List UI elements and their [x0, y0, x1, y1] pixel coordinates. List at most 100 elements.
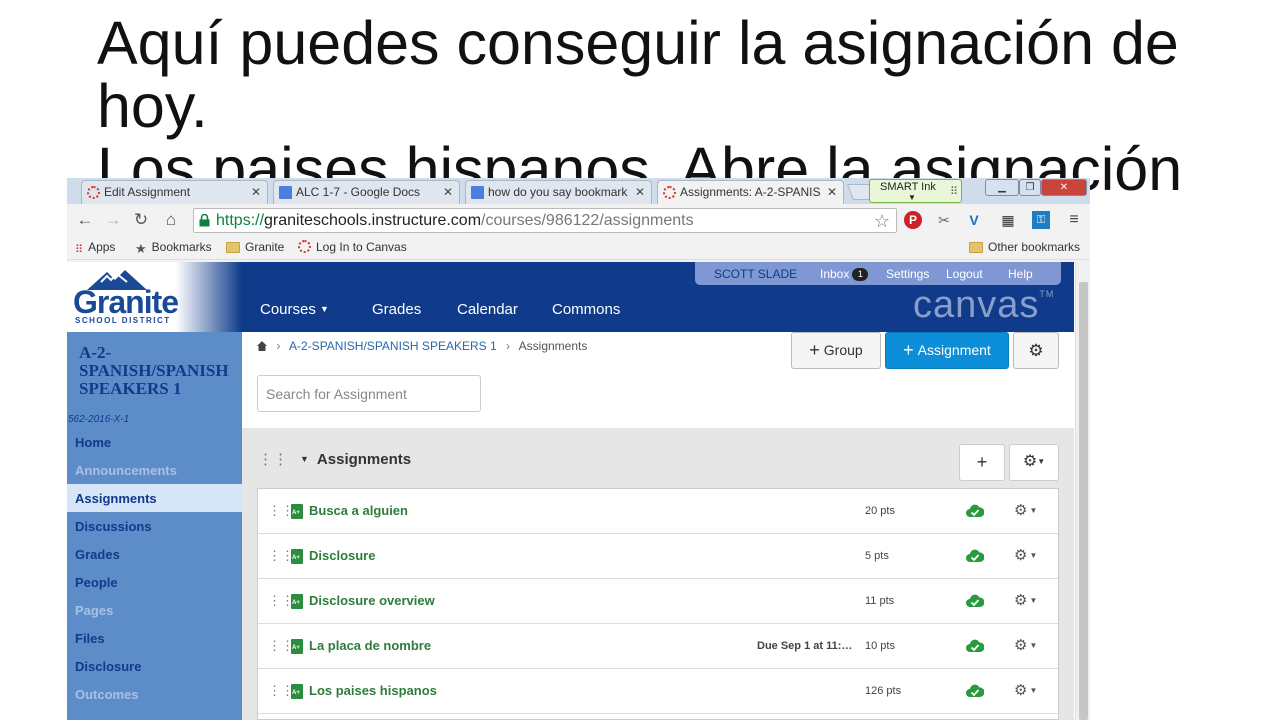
published-cloud-icon[interactable] [966, 503, 984, 519]
logout-link[interactable]: Logout [946, 267, 983, 281]
caret-down-icon[interactable]: ▼ [300, 454, 309, 464]
gear-icon: ⚙ [1014, 682, 1028, 699]
assignment-row[interactable]: ⋮⋮Disclosure overview11 pts⚙▼ [258, 579, 1058, 624]
menu-icon[interactable]: ≡ [1065, 211, 1083, 229]
course-code: 562-2016-X-1 [68, 414, 130, 425]
caret-down-icon: ▼ [1037, 457, 1046, 466]
forward-button[interactable]: → [103, 210, 123, 230]
row-settings-button[interactable]: ⚙ ▼ [1014, 546, 1037, 564]
assignment-group-header[interactable]: ⋮⋮ ▼ Assignments [258, 450, 411, 468]
browser-toolbar: ← → ↻ ⌂ https://graniteschools.instructu… [67, 204, 1090, 236]
sidebar-item-home[interactable]: Home [67, 428, 242, 456]
assignment-name-link[interactable]: Disclosure [309, 548, 375, 563]
home-button[interactable]: ⌂ [161, 210, 181, 230]
pinterest-icon[interactable]: P [904, 211, 922, 229]
breadcrumb: › A-2-SPANISH/SPANISH SPEAKERS 1 › Assig… [257, 339, 587, 353]
v-extension-icon[interactable]: V [965, 211, 983, 229]
published-cloud-icon[interactable] [966, 593, 984, 609]
sidebar-item-announcements[interactable]: Announcements [67, 456, 242, 484]
user-name-link[interactable]: SCOTT SLADE [714, 267, 797, 281]
page-scrollbar[interactable] [1075, 262, 1090, 720]
assignment-row[interactable]: ⋮⋮Disclosure5 pts⚙▼ [258, 534, 1058, 579]
canvas-icon [87, 186, 100, 199]
tab-google-docs[interactable]: ALC 1-7 - Google Docs ✕ [273, 180, 460, 204]
row-settings-button[interactable]: ⚙ ▼ [1014, 591, 1037, 609]
assignment-row[interactable]: ⋮⋮Busca a alguien20 pts⚙▼ [258, 489, 1058, 534]
published-cloud-icon[interactable] [966, 548, 984, 564]
settings-gear-button[interactable]: ⚙ [1013, 332, 1059, 369]
assignment-name-link[interactable]: Busca a alguien [309, 503, 408, 518]
assignment-name-link[interactable]: La placa de nombre [309, 638, 431, 653]
row-settings-button[interactable]: ⚙ ▼ [1014, 636, 1037, 654]
sidebar-item-pages[interactable]: Pages [67, 596, 242, 624]
tab-assignments[interactable]: Assignments: A-2-SPANIS ✕ [657, 180, 844, 204]
drag-handle-icon[interactable]: ⋮⋮ [258, 451, 288, 468]
global-header: Granite SCHOOL DISTRICT SCOTT SLADE Inbo… [67, 262, 1074, 332]
sidebar-item-disclosure[interactable]: Disclosure [67, 652, 242, 680]
maximize-button[interactable]: ❐ [1019, 179, 1041, 196]
scissors-icon[interactable]: ✂ [935, 211, 953, 229]
row-settings-button[interactable]: ⚙ ▼ [1014, 501, 1037, 519]
smart-ink-toolbar[interactable]: SMART Ink ▼ ⠿ [869, 179, 962, 203]
search-assignment-input[interactable] [257, 375, 481, 412]
district-logo[interactable]: Granite SCHOOL DISTRICT [67, 262, 242, 332]
browser-window: Edit Assignment ✕ ALC 1-7 - Google Docs … [67, 178, 1090, 720]
chevron-down-icon: ▼ [908, 193, 916, 202]
sidebar-item-files[interactable]: Files [67, 624, 242, 652]
nav-commons[interactable]: Commons [552, 301, 620, 318]
assignment-row[interactable]: ⋮⋮Los paises hispanos126 pts⚙▼ [258, 669, 1058, 714]
published-cloud-icon[interactable] [966, 638, 984, 654]
close-icon[interactable]: ✕ [635, 181, 645, 203]
breadcrumb-course-link[interactable]: A-2-SPANISH/SPANISH SPEAKERS 1 [289, 339, 497, 353]
slide-title-line: hoy. [97, 72, 208, 140]
settings-link[interactable]: Settings [886, 267, 929, 281]
folder-icon [969, 242, 983, 253]
published-cloud-icon[interactable] [966, 683, 984, 699]
minimize-button[interactable]: ▁ [985, 179, 1019, 196]
plus-icon: + [809, 340, 820, 360]
chevron-down-icon: ▼ [320, 304, 329, 314]
tab-google-search[interactable]: how do you say bookmark ✕ [465, 180, 652, 204]
bookmark-bookmarks[interactable]: ★ Bookmarks [135, 240, 212, 257]
assignment-name-link[interactable]: Disclosure overview [309, 593, 435, 608]
bookmark-login-canvas[interactable]: Log In to Canvas [298, 240, 407, 254]
sidebar-item-discussions[interactable]: Discussions [67, 512, 242, 540]
sidebar-item-outcomes[interactable]: Outcomes [67, 680, 242, 708]
add-to-group-button[interactable]: + [959, 444, 1005, 481]
bookmark-granite[interactable]: Granite [226, 240, 284, 254]
nav-grades[interactable]: Grades [372, 301, 421, 318]
home-icon[interactable] [257, 341, 267, 351]
course-name[interactable]: A-2- SPANISH/SPANISH SPEAKERS 1 [79, 344, 244, 398]
reload-button[interactable]: ↻ [131, 210, 151, 230]
key-icon[interactable]: ⚿ [1032, 211, 1050, 229]
assignment-icon [291, 504, 303, 519]
group-settings-button[interactable]: ⚙▼ [1009, 444, 1059, 481]
scrollbar-thumb[interactable] [1079, 282, 1088, 720]
star-icon[interactable]: ☆ [874, 210, 890, 232]
film-icon[interactable]: ▦ [999, 211, 1017, 229]
bookmark-apps[interactable]: ⠿ Apps [75, 240, 115, 256]
close-icon[interactable]: ✕ [827, 181, 837, 203]
sidebar-item-grades[interactable]: Grades [67, 540, 242, 568]
back-button[interactable]: ← [75, 210, 95, 230]
window-close-button[interactable]: ✕ [1041, 179, 1087, 196]
close-icon[interactable]: ✕ [443, 181, 453, 203]
sidebar-item-assignments[interactable]: Assignments [67, 484, 242, 512]
bookmark-other[interactable]: Other bookmarks [969, 240, 1080, 254]
nav-calendar[interactable]: Calendar [457, 301, 518, 318]
tab-edit-assignment[interactable]: Edit Assignment ✕ [81, 180, 268, 204]
inbox-link[interactable]: Inbox 1 [820, 267, 869, 281]
assignment-icon [291, 549, 303, 564]
assignment-name-link[interactable]: Los paises hispanos [309, 683, 437, 698]
add-assignment-button[interactable]: + Assignment [885, 332, 1009, 369]
address-bar[interactable]: https://graniteschools.instructure.com/c… [193, 208, 897, 233]
nav-courses[interactable]: Courses ▼ [260, 301, 329, 318]
close-icon[interactable]: ✕ [251, 181, 261, 203]
assignment-row[interactable]: ⋮⋮La placa de nombreDue Sep 1 at 11:59pm… [258, 624, 1058, 669]
assignment-points: 126 pts [865, 685, 902, 697]
row-settings-button[interactable]: ⚙ ▼ [1014, 681, 1037, 699]
help-link[interactable]: Help [1008, 267, 1033, 281]
chevron-right-icon: › [276, 339, 281, 353]
add-group-button[interactable]: + Group [791, 332, 881, 369]
sidebar-item-people[interactable]: People [67, 568, 242, 596]
